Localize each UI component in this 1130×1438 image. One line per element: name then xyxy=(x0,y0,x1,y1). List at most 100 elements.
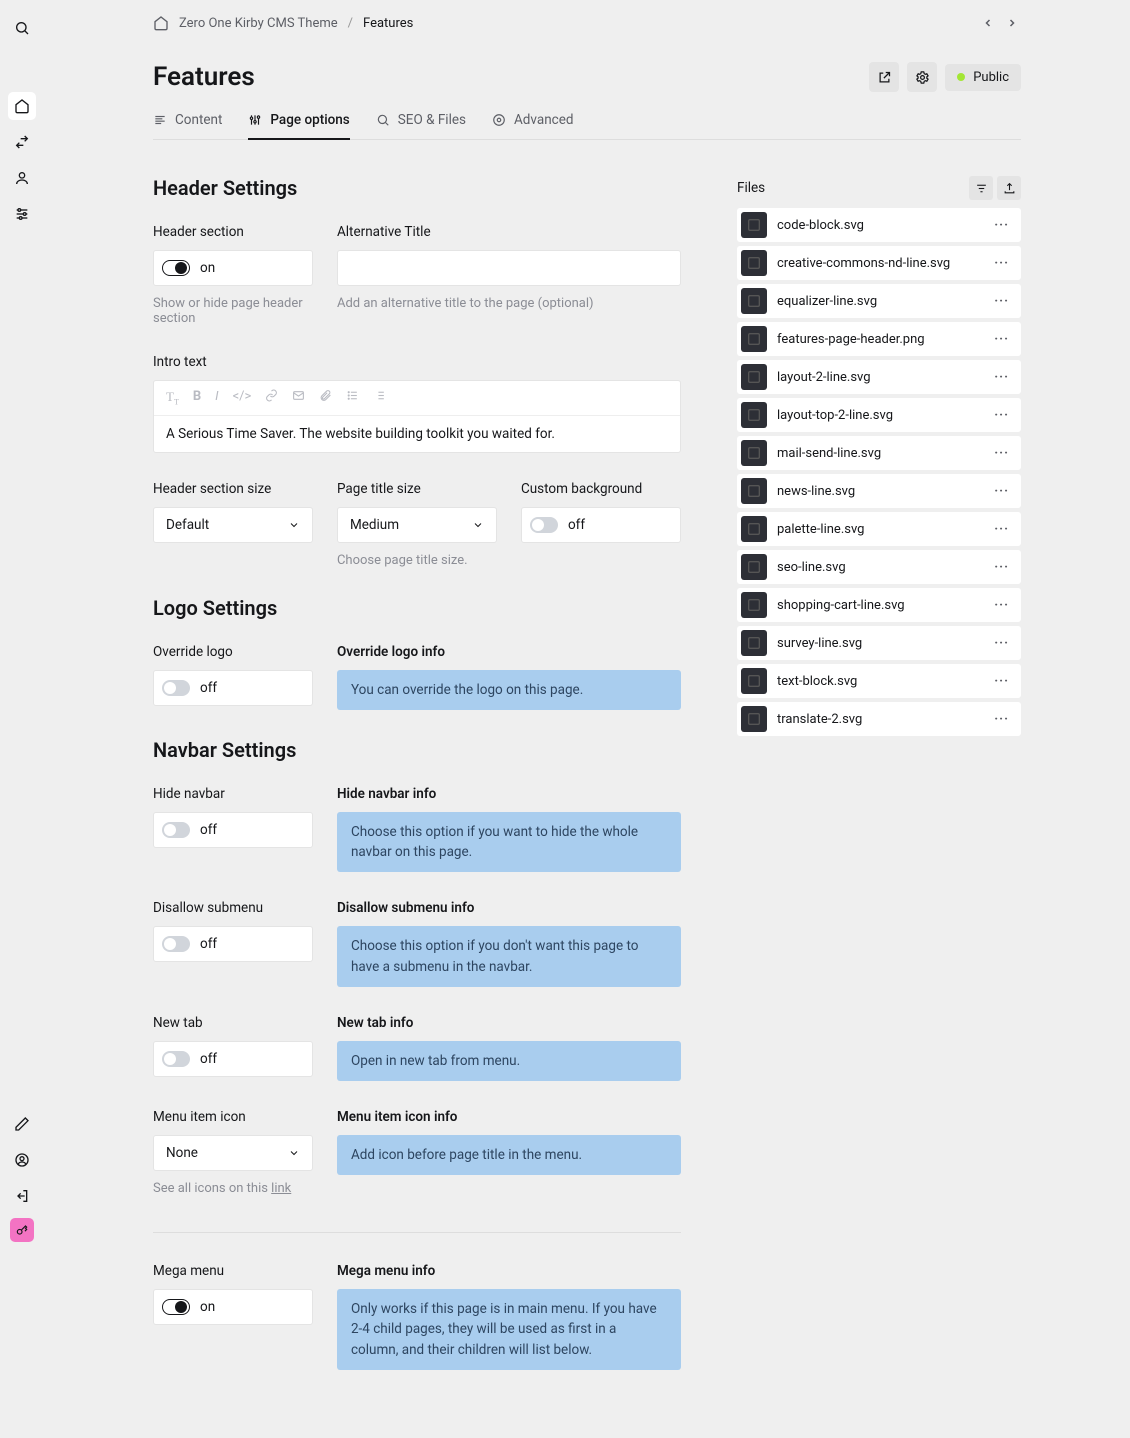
editor-attachment-icon[interactable] xyxy=(319,389,332,407)
tab-page-options[interactable]: Page options xyxy=(248,104,349,140)
header-size-label: Header section size xyxy=(153,481,313,497)
file-thumb-icon xyxy=(741,212,767,238)
intro-editor[interactable]: TT B I </> A Serious Time Saver. The w xyxy=(153,380,681,453)
nav-users[interactable] xyxy=(8,128,36,156)
file-name: translate-2.svg xyxy=(777,712,980,727)
file-name: news-line.svg xyxy=(777,484,980,499)
file-name: palette-line.svg xyxy=(777,522,980,537)
status-dot-icon xyxy=(957,73,965,81)
editor-bold-icon[interactable]: B xyxy=(193,389,201,407)
menu-icon-select[interactable]: None xyxy=(153,1135,313,1171)
intro-text[interactable]: A Serious Time Saver. The website buildi… xyxy=(154,416,680,452)
file-row[interactable]: mail-send-line.svg··· xyxy=(737,436,1021,470)
open-url-button[interactable] xyxy=(869,62,899,92)
file-row[interactable]: creative-commons-nd-line.svg ··· xyxy=(737,246,1021,280)
file-more-button[interactable]: ··· xyxy=(990,408,1013,423)
file-row[interactable]: survey-line.svg··· xyxy=(737,626,1021,660)
new-tab-toggle[interactable]: off xyxy=(153,1041,313,1077)
title-size-select[interactable]: Medium xyxy=(337,507,497,543)
file-row[interactable]: shopping-cart-line.svg··· xyxy=(737,588,1021,622)
chevron-down-icon xyxy=(288,519,300,531)
file-row[interactable]: layout-top-2-line.svg··· xyxy=(737,398,1021,432)
file-thumb-icon xyxy=(741,440,767,466)
file-more-button[interactable]: ··· xyxy=(990,674,1013,689)
editor-ul-icon[interactable] xyxy=(346,389,359,407)
page-settings-button[interactable] xyxy=(907,62,937,92)
disallow-submenu-label: Disallow submenu xyxy=(153,900,313,916)
file-more-button[interactable]: ··· xyxy=(990,256,1013,271)
nav-account-icon[interactable] xyxy=(8,1146,36,1174)
nav-edit-icon[interactable] xyxy=(8,1110,36,1138)
editor-link-icon[interactable] xyxy=(265,389,278,407)
file-more-button[interactable]: ··· xyxy=(990,370,1013,385)
file-name: seo-line.svg xyxy=(777,560,980,575)
file-row[interactable]: news-line.svg ··· xyxy=(737,474,1021,508)
editor-heading-icon[interactable]: TT xyxy=(166,389,179,407)
file-more-button[interactable]: ··· xyxy=(990,218,1013,233)
license-key-icon[interactable] xyxy=(10,1218,34,1242)
file-thumb-icon xyxy=(741,288,767,314)
override-logo-toggle[interactable]: off xyxy=(153,670,313,706)
header-section-help: Show or hide page header section xyxy=(153,296,313,326)
files-heading: Files xyxy=(737,180,765,196)
title-size-label: Page title size xyxy=(337,481,497,497)
menu-icon-help-link[interactable]: link xyxy=(271,1181,291,1196)
nav-home[interactable] xyxy=(8,92,36,120)
breadcrumb-root[interactable]: Zero One Kirby CMS Theme xyxy=(179,16,338,31)
file-more-button[interactable]: ··· xyxy=(990,522,1013,537)
file-more-button[interactable]: ··· xyxy=(990,294,1013,309)
file-row[interactable]: text-block.svg··· xyxy=(737,664,1021,698)
menu-icon-label: Menu item icon xyxy=(153,1109,313,1125)
file-more-button[interactable]: ··· xyxy=(990,484,1013,499)
custom-bg-toggle[interactable]: off xyxy=(521,507,681,543)
file-name: equalizer-line.svg xyxy=(777,294,980,309)
alt-title-input[interactable] xyxy=(350,261,668,276)
file-row[interactable]: layout-2-line.svg ··· xyxy=(737,360,1021,394)
file-row[interactable]: translate-2.svg ··· xyxy=(737,702,1021,736)
nav-settings[interactable] xyxy=(8,200,36,228)
file-name: creative-commons-nd-line.svg xyxy=(777,256,980,271)
editor-email-icon[interactable] xyxy=(292,389,305,407)
next-page-button[interactable] xyxy=(1003,14,1021,32)
tab-seo-files[interactable]: SEO & Files xyxy=(376,104,466,140)
editor-italic-icon[interactable]: I xyxy=(215,389,218,407)
override-logo-info: You can override the logo on this page. xyxy=(337,670,681,710)
status-button[interactable]: Public xyxy=(945,64,1021,91)
file-row[interactable]: equalizer-line.svg ··· xyxy=(737,284,1021,318)
file-more-button[interactable]: ··· xyxy=(990,446,1013,461)
file-more-button[interactable]: ··· xyxy=(990,712,1013,727)
nav-logout-icon[interactable] xyxy=(8,1182,36,1210)
new-tab-info-label: New tab info xyxy=(337,1015,681,1031)
prev-page-button[interactable] xyxy=(979,14,997,32)
file-thumb-icon xyxy=(741,630,767,656)
title-size-help: Choose page title size. xyxy=(337,553,497,568)
files-upload-button[interactable] xyxy=(997,176,1021,200)
hide-navbar-toggle[interactable]: off xyxy=(153,812,313,848)
file-thumb-icon xyxy=(741,668,767,694)
tab-content[interactable]: Content xyxy=(153,104,222,140)
mega-menu-toggle[interactable]: on xyxy=(153,1289,313,1325)
file-row[interactable]: seo-line.svg ··· xyxy=(737,550,1021,584)
file-row[interactable]: code-block.svg··· xyxy=(737,208,1021,242)
search-icon[interactable] xyxy=(8,14,36,42)
file-name: layout-2-line.svg xyxy=(777,370,980,385)
nav-person[interactable] xyxy=(8,164,36,192)
disallow-submenu-info-label: Disallow submenu info xyxy=(337,900,681,916)
disallow-submenu-toggle[interactable]: off xyxy=(153,926,313,962)
editor-code-icon[interactable]: </> xyxy=(233,389,252,407)
header-section-toggle[interactable]: on xyxy=(153,250,313,286)
tab-advanced[interactable]: Advanced xyxy=(492,104,574,140)
file-more-button[interactable]: ··· xyxy=(990,636,1013,651)
file-row[interactable]: features-page-header.png··· xyxy=(737,322,1021,356)
new-tab-info: Open in new tab from menu. xyxy=(337,1041,681,1081)
home-icon[interactable] xyxy=(153,15,169,31)
editor-ol-icon[interactable] xyxy=(373,389,386,407)
files-sort-button[interactable] xyxy=(969,176,993,200)
chevron-down-icon xyxy=(288,1147,300,1159)
file-row[interactable]: palette-line.svg ··· xyxy=(737,512,1021,546)
file-more-button[interactable]: ··· xyxy=(990,598,1013,613)
header-size-select[interactable]: Default xyxy=(153,507,313,543)
file-more-button[interactable]: ··· xyxy=(990,560,1013,575)
file-more-button[interactable]: ··· xyxy=(990,332,1013,347)
hide-navbar-label: Hide navbar xyxy=(153,786,313,802)
